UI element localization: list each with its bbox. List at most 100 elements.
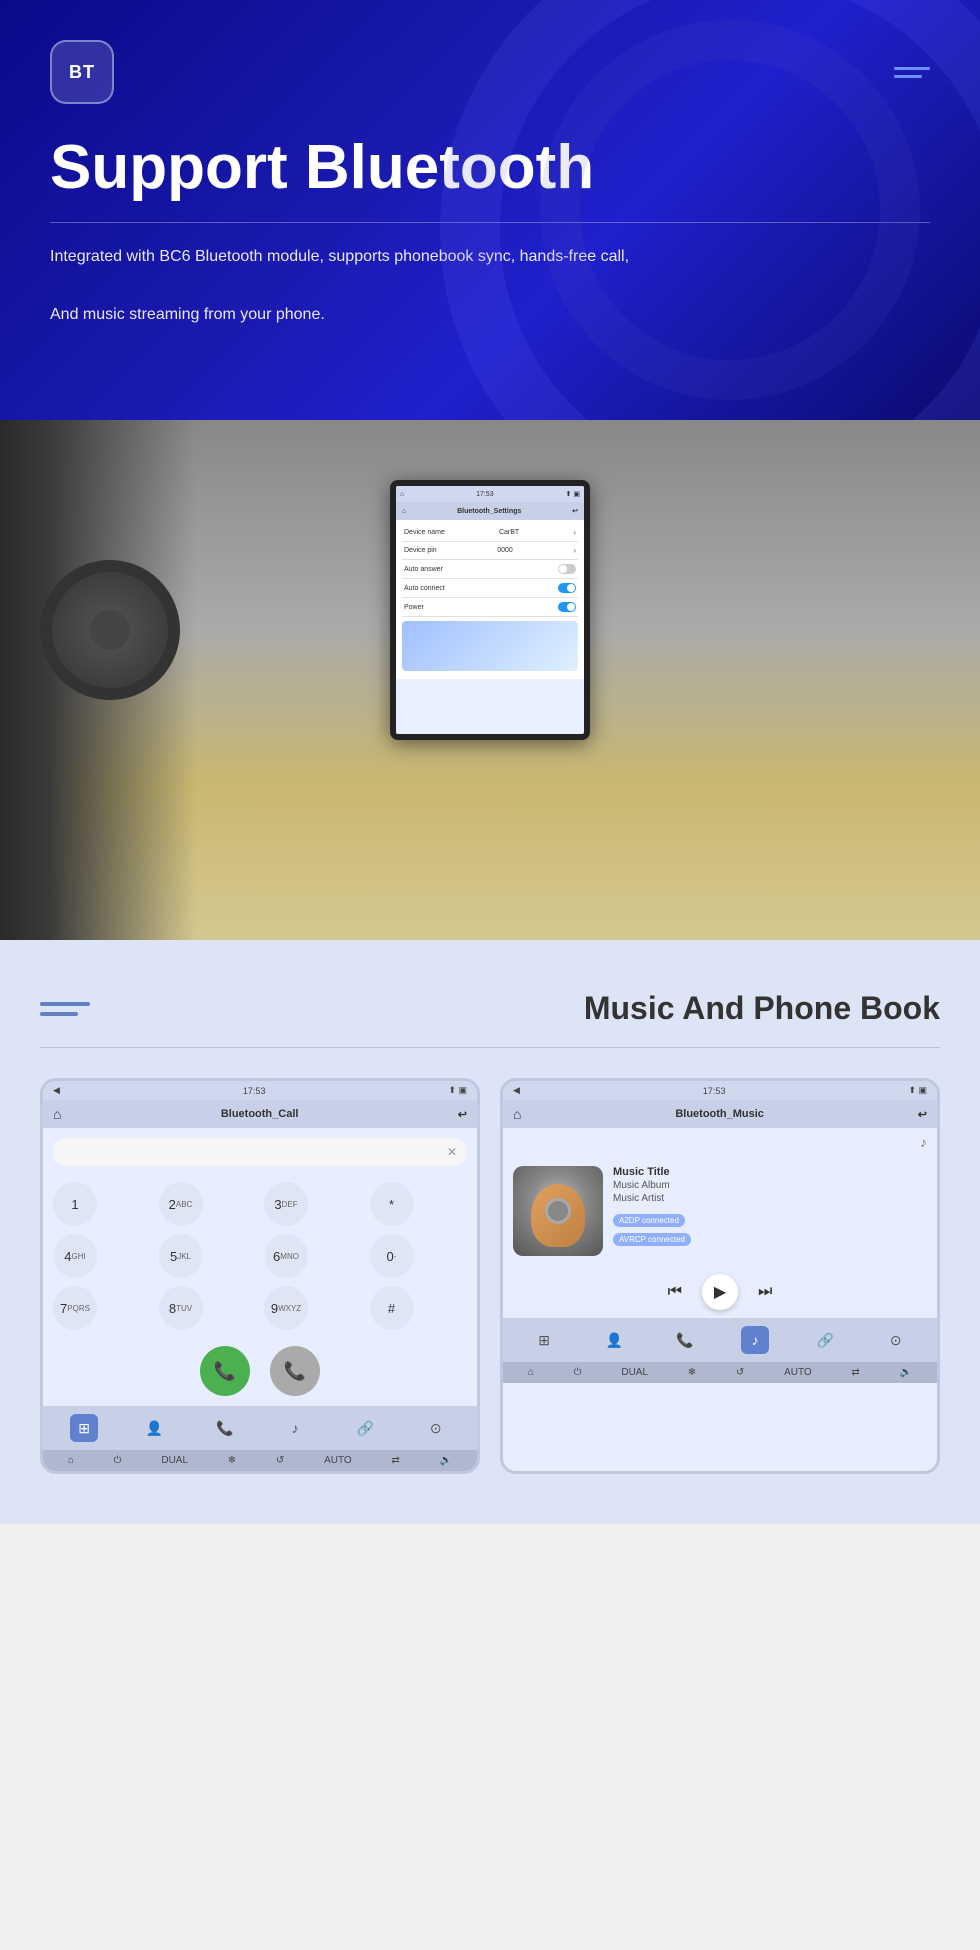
call-hangup-button[interactable]: 📞 [270,1346,320,1396]
music-nav-contacts-icon[interactable]: 👤 [600,1326,628,1354]
nav-settings-icon[interactable]: ⊙ [422,1414,450,1442]
music-note-icon: ♪ [920,1134,927,1150]
hamburger-line-1 [894,67,930,70]
music-bottom-home-icon[interactable]: ⌂ [528,1367,534,1378]
screen-titlebar: ⌂ Bluetooth_Settings ↩ [396,502,584,520]
call-bottom-bar: ⌂ ⏻ DUAL ❄ ↺ AUTO ⇄ 🔊 [43,1450,477,1471]
hero-desc-line1: Integrated with BC6 Bluetooth module, su… [50,248,629,265]
nav-music-icon[interactable]: ♪ [281,1414,309,1442]
auto-connect-row: Auto connect [402,579,578,598]
music-title-text: Music Title [613,1166,927,1178]
auto-answer-toggle[interactable] [558,564,576,574]
music-badge-a2dp: A2DP connected [613,1214,685,1227]
call-answer-button[interactable]: 📞 [200,1346,250,1396]
bottom-snowflake-icon: ❄ [228,1455,236,1466]
dial-0[interactable]: 0 - [370,1234,414,1278]
call-back-icon[interactable]: ↩ [458,1108,467,1121]
prev-track-button[interactable]: ⏮ [668,1283,682,1301]
nav-contacts-icon[interactable]: 👤 [140,1414,168,1442]
music-album-text: Music Album [613,1180,927,1191]
device-name-chevron[interactable]: › [573,528,576,537]
hero-header: BT [50,40,930,104]
screen-title-back[interactable]: ⌂ [402,508,406,515]
bt-logo: BT [50,40,114,104]
section-divider [40,1047,940,1048]
music-nav-phone-icon[interactable]: 📞 [671,1326,699,1354]
dial-4[interactable]: 4 GHI [53,1234,97,1278]
music-nav-music-icon[interactable]: ♪ [741,1326,769,1354]
dial-hash[interactable]: # [370,1286,414,1330]
dial-star[interactable]: * [370,1182,414,1226]
dial-7[interactable]: 7 PQRS [53,1286,97,1330]
auto-connect-toggle[interactable] [558,583,576,593]
music-statusbar: ◀ 17:53 ⬆ ▣ [503,1081,937,1100]
music-bottom-snowflake-icon: ❄ [688,1367,696,1378]
music-nav-link-icon[interactable]: 🔗 [811,1326,839,1354]
hero-section: BT Support Bluetooth Integrated with BC6… [0,0,980,420]
music-titlebar: ⌂ Bluetooth_Music ↩ [503,1100,937,1128]
music-bottom-nav: ⊞ 👤 📞 ♪ 🔗 ⊙ [503,1318,937,1362]
nav-phone-icon[interactable]: 📞 [211,1414,239,1442]
album-art [513,1166,603,1256]
device-name-row: Device name CarBT › [402,524,578,542]
call-search-clear[interactable]: ✕ [447,1145,457,1159]
device-pin-value: 0000 [497,547,513,554]
call-status-icons: ⬆ ▣ [448,1085,467,1096]
bottom-volume-icon[interactable]: 🔊 [440,1455,452,1466]
screen-home-icon: ⌂ [400,491,404,498]
section-line-2 [40,1012,78,1016]
music-bottom-dual-label: DUAL [621,1367,648,1378]
call-statusbar: ◀ 17:53 ⬆ ▣ [43,1081,477,1100]
dial-3[interactable]: 3 DEF [264,1182,308,1226]
device-pin-label: Device pin [404,547,437,554]
music-bottom-auto-label: AUTO [784,1367,812,1378]
call-search-bar[interactable]: ✕ [53,1138,467,1166]
hero-description: Integrated with BC6 Bluetooth module, su… [50,243,750,329]
device-pin-chevron[interactable]: › [573,546,576,555]
music-content: Music Title Music Album Music Artist A2D… [503,1156,937,1266]
dialpad: 1 2 ABC 3 DEF * 4 GHI 5 JKL 6 MNO 0 - 7 … [43,1176,477,1336]
bottom-power-icon[interactable]: ⏻ [114,1455,122,1466]
music-title: Bluetooth_Music [675,1108,764,1120]
call-back-arrow[interactable]: ◀ [53,1085,60,1096]
screens-row: ◀ 17:53 ⬆ ▣ ⌂ Bluetooth_Call ↩ ✕ 1 2 ABC… [40,1078,940,1474]
music-bottom-volume-icon[interactable]: 🔊 [900,1367,912,1378]
screen-time: 17:53 [476,491,494,498]
music-bottom-power-icon[interactable]: ⏻ [574,1367,582,1378]
section-title: Music And Phone Book [584,990,940,1027]
car-section: ⌂ 17:53 ⬆ ▣ ⌂ Bluetooth_Settings ↩ Devic… [0,420,980,940]
music-back-arrow[interactable]: ◀ [513,1085,520,1096]
call-actions: 📞 📞 [43,1336,477,1406]
dial-5[interactable]: 5 JKL [159,1234,203,1278]
bottom-home-icon[interactable]: ⌂ [68,1455,74,1466]
hero-divider [50,222,930,223]
music-time: 17:53 [703,1086,726,1096]
music-controls: ⏮ ▶ ⏭ [503,1266,937,1318]
power-toggle[interactable] [558,602,576,612]
next-track-button[interactable]: ⏭ [758,1283,772,1301]
music-info: Music Title Music Album Music Artist A2D… [613,1166,927,1248]
music-back-icon[interactable]: ↩ [918,1108,927,1121]
music-home-icon[interactable]: ⌂ [513,1106,521,1122]
hamburger-menu[interactable] [894,67,930,78]
music-nav-settings-icon[interactable]: ⊙ [882,1326,910,1354]
dial-1[interactable]: 1 [53,1182,97,1226]
music-badge-avrcp: AVRCP connected [613,1233,691,1246]
music-screen-card: ◀ 17:53 ⬆ ▣ ⌂ Bluetooth_Music ↩ ♪ Music … [500,1078,940,1474]
call-screen-card: ◀ 17:53 ⬆ ▣ ⌂ Bluetooth_Call ↩ ✕ 1 2 ABC… [40,1078,480,1474]
dial-8[interactable]: 8 TUV [159,1286,203,1330]
nav-grid-icon[interactable]: ⊞ [70,1414,98,1442]
screen-icons: ⬆ ▣ [566,490,580,498]
steering-wheel [40,560,180,700]
play-button[interactable]: ▶ [702,1274,738,1310]
dial-6[interactable]: 6 MNO [264,1234,308,1278]
nav-link-icon[interactable]: 🔗 [351,1414,379,1442]
dial-2[interactable]: 2 ABC [159,1182,203,1226]
car-screen-container: ⌂ 17:53 ⬆ ▣ ⌂ Bluetooth_Settings ↩ Devic… [390,480,590,740]
hero-title: Support Bluetooth [50,134,930,202]
screen-title-close[interactable]: ↩ [572,507,578,515]
hamburger-line-2 [894,75,922,78]
call-home-icon[interactable]: ⌂ [53,1106,61,1122]
dial-9[interactable]: 9 WXYZ [264,1286,308,1330]
music-nav-grid-icon[interactable]: ⊞ [530,1326,558,1354]
